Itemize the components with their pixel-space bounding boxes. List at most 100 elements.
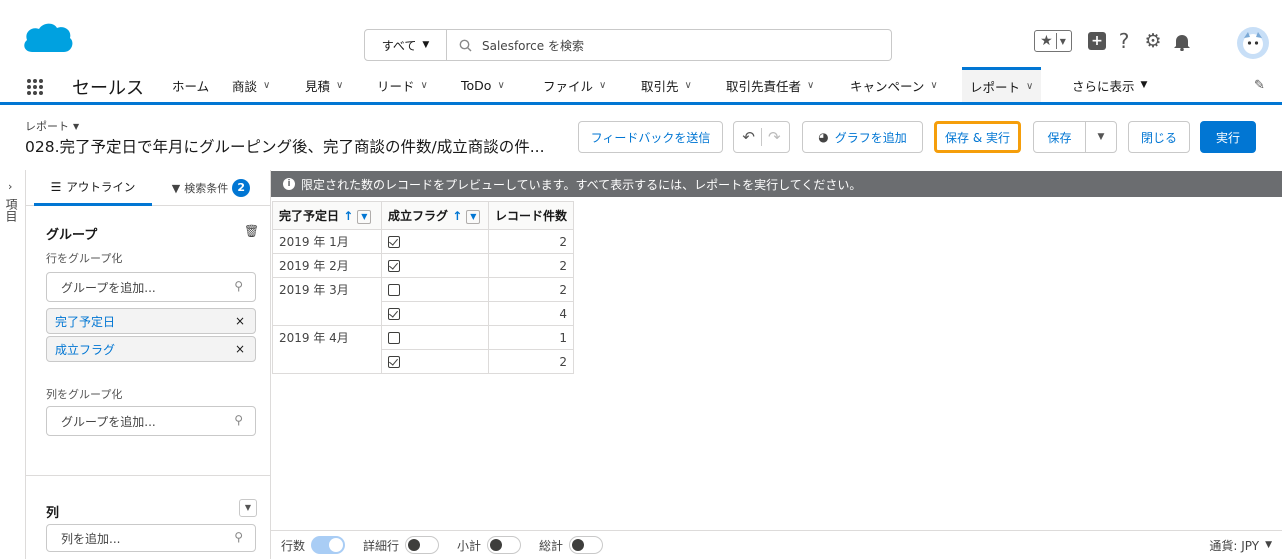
count-cell: 2 xyxy=(487,229,575,254)
edit-nav-pencil-icon[interactable]: ✎ xyxy=(1254,68,1265,102)
send-feedback-button[interactable]: フィードバックを送信 xyxy=(578,121,723,153)
add-group-placeholder: グループを追加... xyxy=(61,414,156,429)
global-search[interactable]: すべて ▼ Salesforce を検索 xyxy=(364,29,892,61)
subtotal-label: 小計 xyxy=(457,538,482,553)
object-type-label: レポート xyxy=(25,120,69,133)
nav-item-accounts[interactable]: 取引先 ∨ xyxy=(641,68,692,102)
run-button[interactable]: 実行 xyxy=(1200,121,1256,153)
chevron-down-icon[interactable]: ∨ xyxy=(685,80,692,91)
salesforce-logo[interactable] xyxy=(22,22,74,58)
nav-item-reports[interactable]: レポート ∨ xyxy=(962,67,1042,102)
undo-icon[interactable]: ↶ xyxy=(742,128,762,146)
column-header-label: 完了予定日 xyxy=(279,209,340,223)
nav-item-quotes[interactable]: 見積 ∨ xyxy=(305,68,343,102)
tab-filters-label: 検索条件 xyxy=(184,182,229,195)
count-cell: 2 xyxy=(487,349,575,374)
add-row-group-input[interactable]: グループを追加... ⚲ xyxy=(46,272,256,302)
preview-banner: i 限定された数のレコードをプレビューしています。すべて表示するには、レポートを… xyxy=(271,171,1282,197)
row-group-pill[interactable]: 完了予定日 × xyxy=(46,308,256,334)
column-header[interactable]: 完了予定日 ↑ ▼ xyxy=(272,201,382,230)
chevron-down-icon[interactable]: ∨ xyxy=(421,80,428,91)
checkbox-unchecked-icon xyxy=(388,284,400,296)
avatar[interactable] xyxy=(1236,26,1270,60)
nav-item-leads[interactable]: リード ∨ xyxy=(377,68,428,102)
row-group-pill[interactable]: 成立フラグ × xyxy=(46,336,256,362)
nav-item-files[interactable]: ファイル ∨ xyxy=(543,68,606,102)
add-column-input[interactable]: 列を追加... ⚲ xyxy=(46,524,256,552)
tab-filters[interactable]: ▼ 検索条件 2 xyxy=(156,170,266,206)
star-icon: ★ xyxy=(1040,33,1057,49)
add-chart-button[interactable]: ◕ グラフを追加 xyxy=(802,121,923,153)
table-row: 4 xyxy=(272,301,575,326)
columns-menu-dropdown[interactable]: ▼ xyxy=(239,499,257,517)
grand-total-toggle[interactable] xyxy=(569,536,604,554)
detail-rows-label: 詳細行 xyxy=(363,538,400,553)
save-menu-dropdown[interactable]: ▼ xyxy=(1085,121,1117,153)
fields-rail[interactable]: › 項目 xyxy=(0,170,26,559)
caret-down-icon: ▼ xyxy=(422,40,430,50)
help-icon[interactable]: ? xyxy=(1114,29,1134,53)
nav-item-campaigns[interactable]: キャンペーン ∨ xyxy=(850,68,938,102)
nav-item-todo[interactable]: ToDo ∨ xyxy=(461,68,505,102)
chevron-down-icon[interactable]: ∨ xyxy=(336,80,343,91)
currency-selector[interactable]: 通貨: JPY ▼ xyxy=(1209,537,1272,554)
filter-icon: ▼ xyxy=(171,181,181,195)
nav-item-opportunities[interactable]: 商談 ∨ xyxy=(232,68,270,102)
detail-rows-toggle[interactable] xyxy=(405,536,440,554)
favorites-button[interactable]: ★ ▼ xyxy=(1034,30,1072,52)
flag-cell xyxy=(381,229,489,254)
chevron-down-icon[interactable]: ∨ xyxy=(930,80,937,91)
search-scope-dropdown[interactable]: すべて ▼ xyxy=(365,30,447,60)
remove-icon[interactable]: × xyxy=(235,314,245,328)
add-col-group-input[interactable]: グループを追加... ⚲ xyxy=(46,406,256,436)
flag-cell xyxy=(381,301,489,326)
report-preview-table: 完了予定日 ↑ ▼ 成立フラグ ↑ ▼ レコード件数 2019 年 1月 2 201… xyxy=(272,201,575,374)
search-input[interactable]: Salesforce を検索 xyxy=(447,37,891,54)
nav-item-contacts[interactable]: 取引先責任者 ∨ xyxy=(726,68,814,102)
nav-item-label: ファイル xyxy=(543,78,594,94)
checkbox-unchecked-icon xyxy=(388,332,400,344)
chevron-down-icon[interactable]: ∨ xyxy=(599,80,606,91)
gear-icon[interactable]: ⚙ xyxy=(1142,30,1164,52)
nav-item-label: リード xyxy=(377,78,415,94)
checkbox-checked-icon xyxy=(388,308,400,320)
tab-outline[interactable]: ☰ アウトライン xyxy=(34,170,152,206)
groups-title: グループ xyxy=(46,228,98,243)
fields-rail-label: 項目 xyxy=(4,198,18,222)
chevron-down-icon[interactable]: ∨ xyxy=(497,80,504,91)
chevron-down-icon[interactable]: ∨ xyxy=(807,80,814,91)
caret-down-icon[interactable]: ▼ xyxy=(73,122,79,131)
chevron-right-icon[interactable]: › xyxy=(8,180,12,193)
count-cell: 2 xyxy=(487,253,575,278)
global-actions-icon[interactable]: + xyxy=(1088,32,1106,50)
sort-ascending-icon[interactable]: ↑ xyxy=(452,209,462,223)
report-object-label: レポート ▼ xyxy=(25,118,79,134)
nav-more[interactable]: さらに表示 ▼ xyxy=(1072,68,1147,102)
nav-item-label: キャンペーン xyxy=(850,78,925,94)
close-button[interactable]: 閉じる xyxy=(1128,121,1190,153)
chevron-down-icon[interactable]: ∨ xyxy=(263,80,270,91)
save-button[interactable]: 保存 xyxy=(1033,121,1086,153)
column-header[interactable]: 成立フラグ ↑ ▼ xyxy=(381,201,489,230)
nav-item-label: 見積 xyxy=(305,78,331,94)
trash-icon[interactable]: 🗑 xyxy=(244,224,259,238)
caret-down-icon: ▼ xyxy=(1265,540,1272,550)
save-and-run-button[interactable]: 保存 & 実行 xyxy=(934,121,1021,153)
chevron-down-icon[interactable]: ∨ xyxy=(1026,81,1033,92)
columns-title: 列 xyxy=(46,506,60,521)
column-menu-icon[interactable]: ▼ xyxy=(466,209,481,224)
report-title: 028.完了予定日で年月にグルーピング後、完了商談の件数/成立商談の件... xyxy=(25,138,545,156)
flag-cell xyxy=(381,277,489,302)
redo-icon[interactable]: ↷ xyxy=(762,128,781,146)
sort-ascending-icon[interactable]: ↑ xyxy=(343,209,353,223)
row-count-toggle[interactable] xyxy=(311,536,346,554)
subtotal-toggle[interactable] xyxy=(487,536,522,554)
app-launcher-icon[interactable] xyxy=(27,79,43,95)
column-header[interactable]: レコード件数 xyxy=(487,201,575,230)
flag-cell xyxy=(381,325,489,350)
column-menu-icon[interactable]: ▼ xyxy=(357,209,372,224)
remove-icon[interactable]: × xyxy=(235,342,245,356)
bell-icon[interactable] xyxy=(1172,33,1192,51)
table-row: 2 xyxy=(272,349,575,374)
nav-item-home[interactable]: ホーム xyxy=(172,68,209,102)
